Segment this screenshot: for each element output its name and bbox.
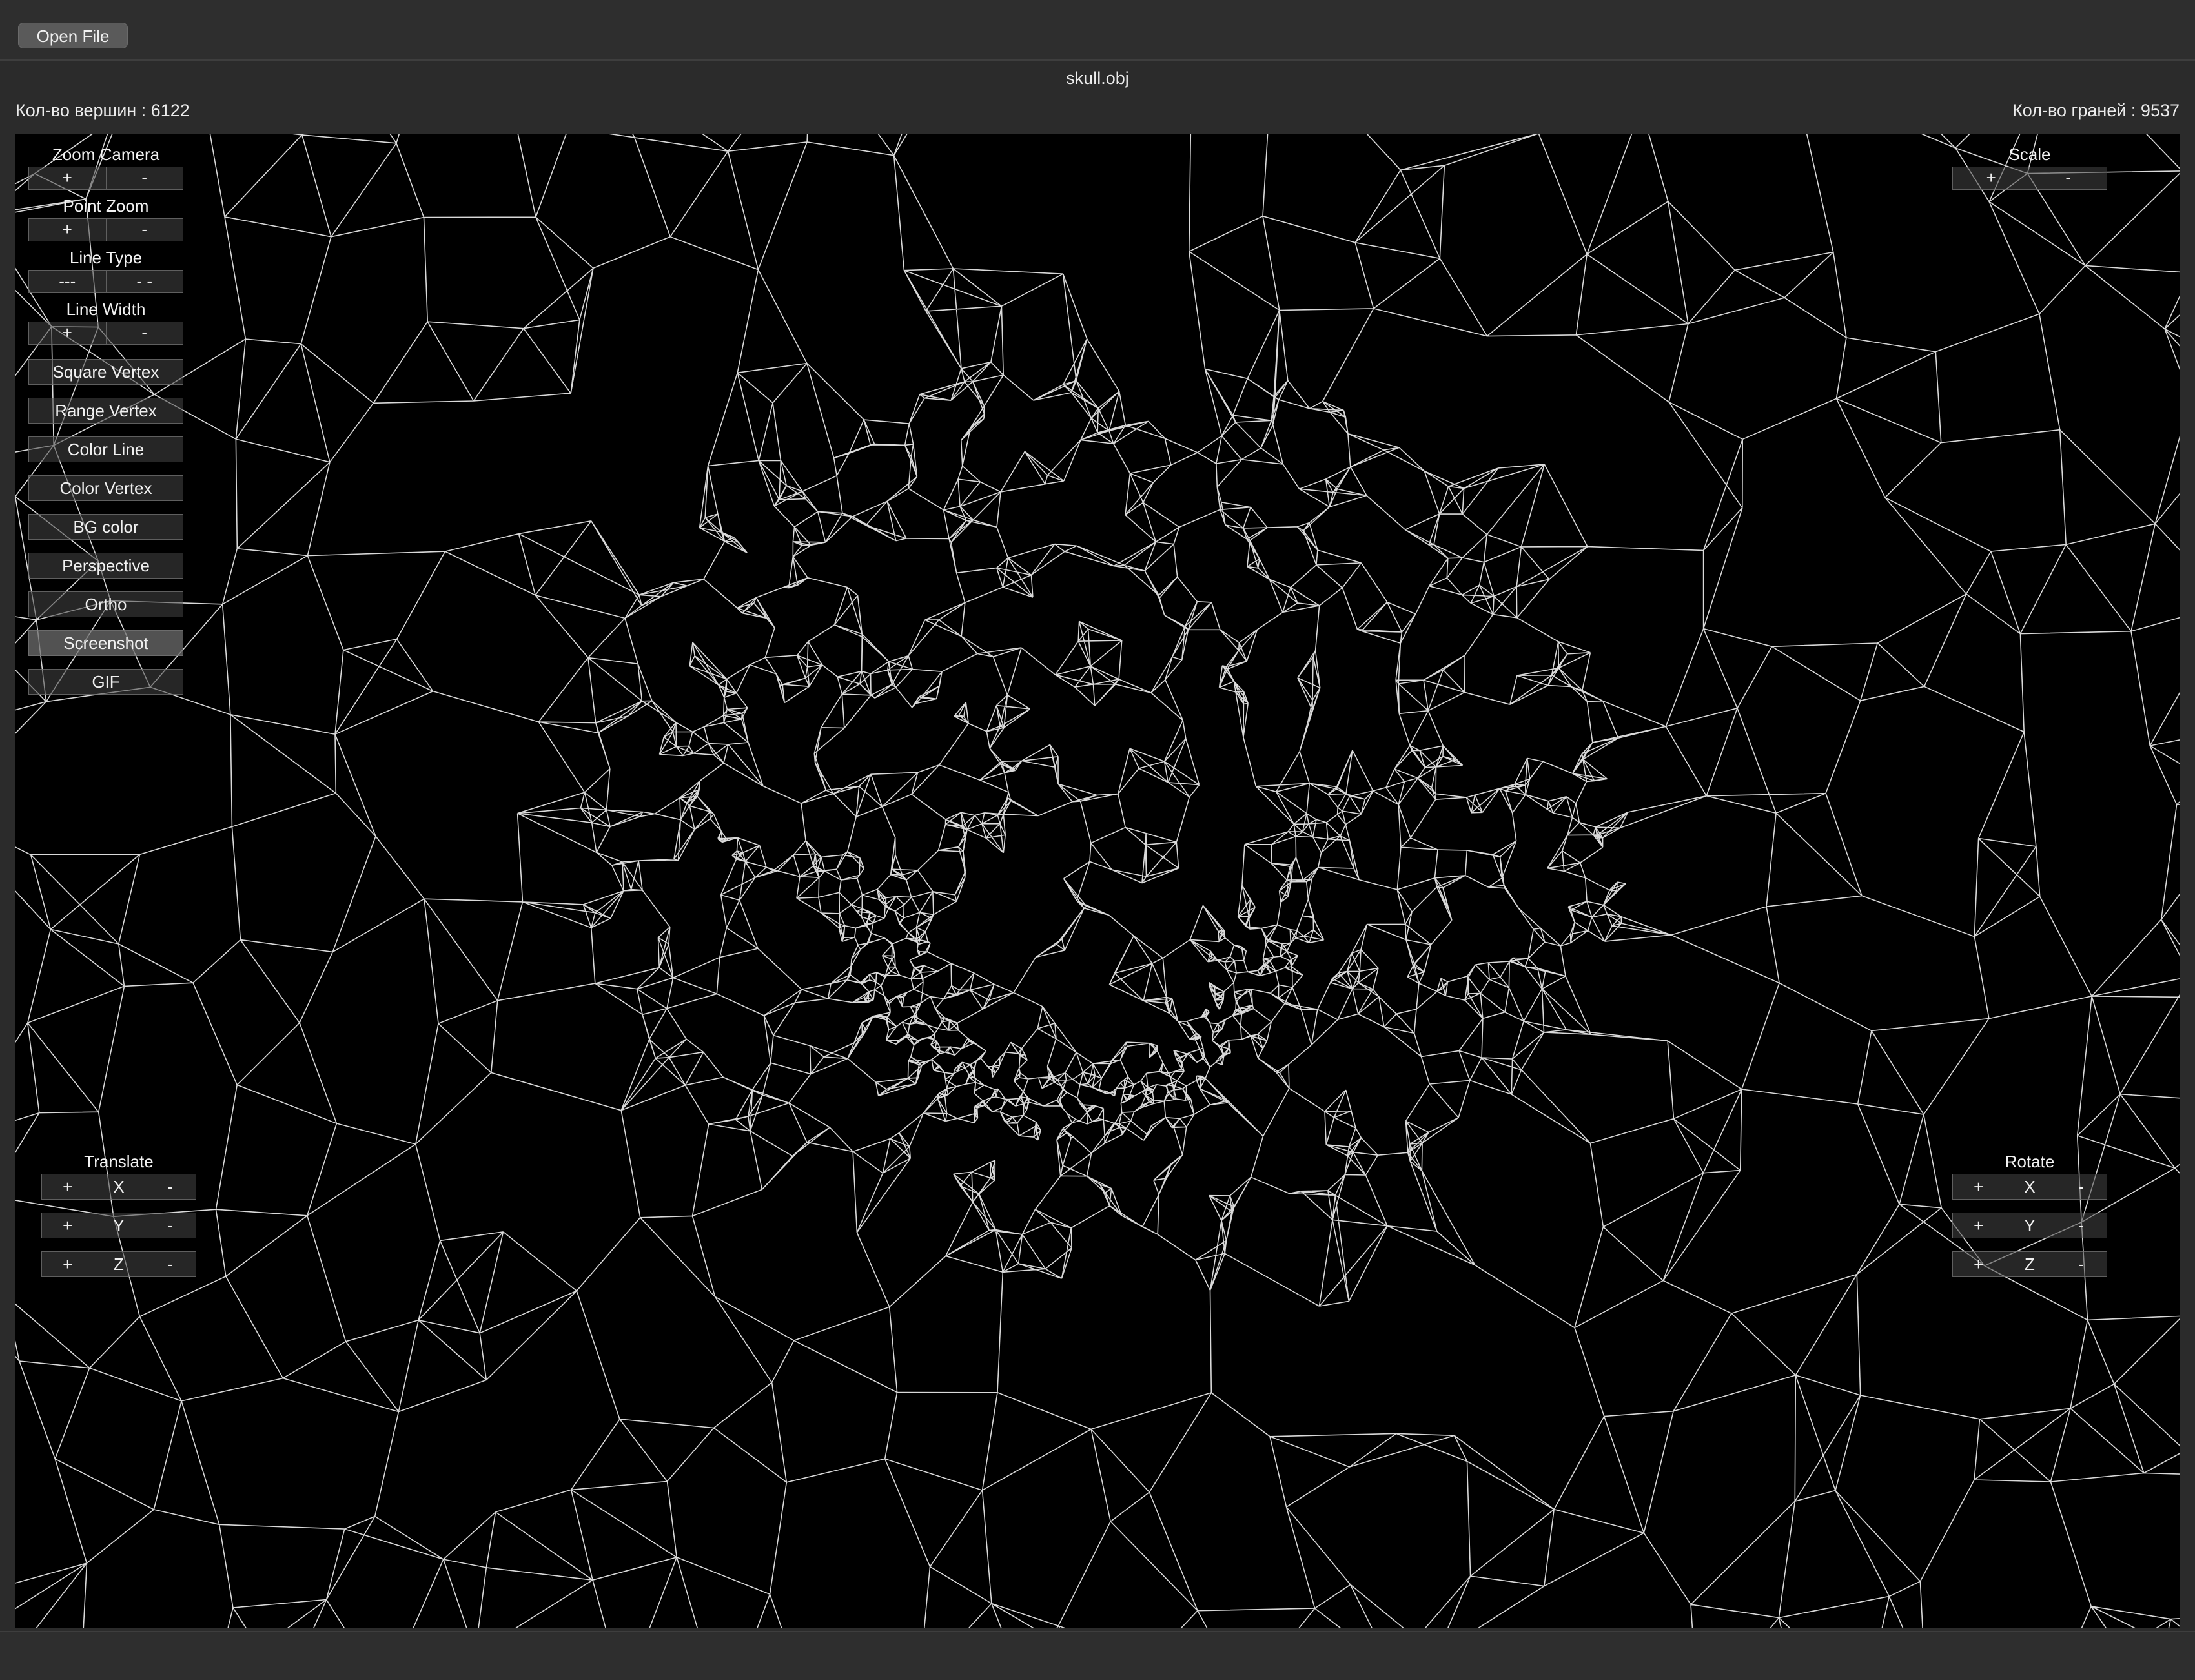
translate-z-axis-label: Z: [114, 1255, 124, 1274]
line-type-solid-button[interactable]: ---: [28, 270, 107, 293]
translate-y-axis-label: Y: [113, 1216, 125, 1235]
rotate-y-plus-button[interactable]: +: [1953, 1213, 2004, 1238]
rotate-x-row: + X -: [1952, 1174, 2107, 1200]
file-name-title: skull.obj: [1066, 68, 1129, 88]
square-vertex-button[interactable]: Square Vertex: [28, 359, 183, 385]
rotate-z-plus-button[interactable]: +: [1953, 1252, 2004, 1276]
rotate-z-row: + Z -: [1952, 1251, 2107, 1277]
rotate-z-axis-label: Z: [2025, 1255, 2035, 1274]
line-type-label: Line Type: [69, 248, 143, 267]
line-width-plus-button[interactable]: +: [28, 322, 107, 345]
color-line-button[interactable]: Color Line: [28, 436, 183, 462]
rotate-y-row: + Y -: [1952, 1213, 2107, 1238]
zoom-camera-plus-button[interactable]: +: [28, 167, 107, 190]
translate-y-plus-button[interactable]: +: [42, 1213, 93, 1238]
wireframe-mesh: [15, 134, 2180, 1628]
open-file-button[interactable]: Open File: [18, 23, 128, 48]
rotate-y-minus-button[interactable]: -: [2056, 1213, 2107, 1238]
top-toolbar: Open File: [0, 0, 2195, 61]
translate-z-minus-button[interactable]: -: [145, 1252, 196, 1276]
point-zoom-plus-button[interactable]: +: [28, 218, 107, 241]
model-viewport[interactable]: Zoom Camera + - Point Zoom + - Line Type…: [15, 134, 2180, 1628]
rotate-z-minus-button[interactable]: -: [2056, 1252, 2107, 1276]
line-width-controls: + -: [28, 322, 183, 345]
rotate-y-axis-label: Y: [2024, 1216, 2036, 1235]
scale-label: Scale: [2008, 145, 2051, 164]
translate-x-row: + X -: [41, 1174, 196, 1200]
range-vertex-button[interactable]: Range Vertex: [28, 398, 183, 424]
gif-button[interactable]: GIF: [28, 669, 183, 695]
bottom-bar: [0, 1631, 2195, 1680]
rotate-x-minus-button[interactable]: -: [2056, 1174, 2107, 1199]
translate-z-row: + Z -: [41, 1251, 196, 1277]
zoom-camera-controls: + -: [28, 167, 183, 190]
point-zoom-controls: + -: [28, 218, 183, 241]
zoom-camera-minus-button[interactable]: -: [106, 167, 183, 190]
rotate-x-plus-button[interactable]: +: [1953, 1174, 2004, 1199]
scale-controls: + -: [1952, 167, 2107, 190]
translate-x-minus-button[interactable]: -: [145, 1174, 196, 1199]
vertex-count: Кол-во вершин : 6122: [15, 101, 190, 120]
point-zoom-minus-button[interactable]: -: [106, 218, 183, 241]
color-vertex-button[interactable]: Color Vertex: [28, 475, 183, 501]
translate-y-row: + Y -: [41, 1213, 196, 1238]
zoom-camera-label: Zoom Camera: [52, 145, 160, 164]
scale-plus-button[interactable]: +: [1952, 167, 2030, 190]
translate-z-plus-button[interactable]: +: [42, 1252, 93, 1276]
mesh-edges: [15, 134, 2180, 1628]
bg-color-button[interactable]: BG color: [28, 514, 183, 540]
line-type-controls: --- - -: [28, 270, 183, 293]
face-count: Кол-во граней : 9537: [2012, 101, 2180, 120]
line-width-minus-button[interactable]: -: [106, 322, 183, 345]
translate-x-axis-label: X: [113, 1177, 125, 1196]
line-width-label: Line Width: [66, 300, 146, 319]
translate-x-plus-button[interactable]: +: [42, 1174, 93, 1199]
rotate-x-axis-label: X: [2024, 1177, 2036, 1196]
point-zoom-label: Point Zoom: [63, 196, 149, 216]
translate-y-minus-button[interactable]: -: [145, 1213, 196, 1238]
rotate-label: Rotate: [2005, 1152, 2055, 1171]
scale-minus-button[interactable]: -: [2030, 167, 2107, 190]
translate-label: Translate: [84, 1152, 154, 1171]
ortho-button[interactable]: Ortho: [28, 591, 183, 617]
line-type-dashed-button[interactable]: - -: [106, 270, 183, 293]
screenshot-button[interactable]: Screenshot: [28, 630, 183, 656]
perspective-button[interactable]: Perspective: [28, 553, 183, 579]
